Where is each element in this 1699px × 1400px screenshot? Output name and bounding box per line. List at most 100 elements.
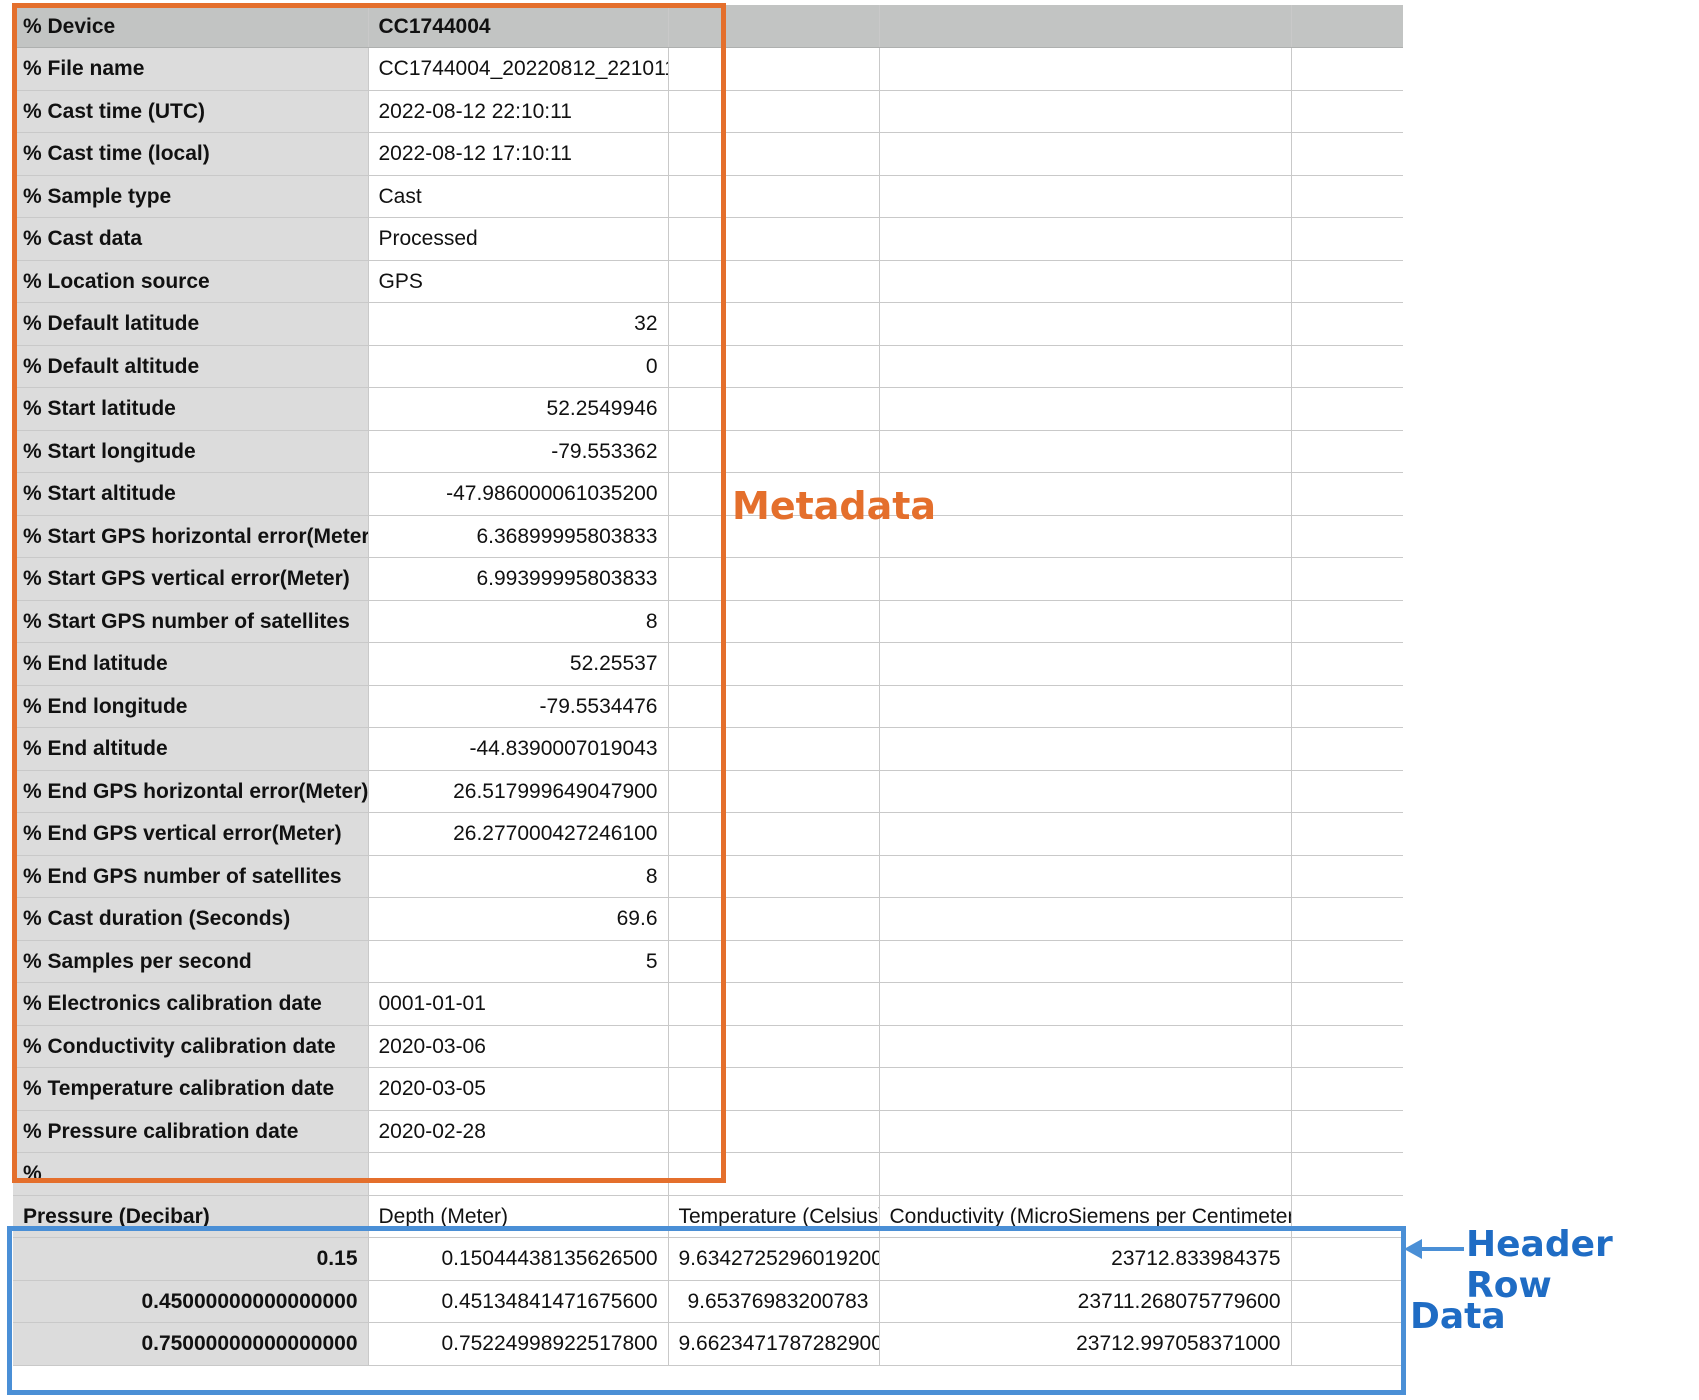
sheet-cell[interactable]: CC1744004_20220812_221011 [368, 47, 669, 91]
sheet-cell[interactable] [879, 770, 1292, 813]
sheet-cell[interactable]: -79.553362 [368, 430, 669, 473]
sheet-cell[interactable] [879, 260, 1292, 303]
sheet-cell[interactable] [1291, 685, 1403, 728]
sheet-cell[interactable] [668, 600, 880, 643]
sheet-cell[interactable] [879, 1152, 1292, 1196]
sheet-cell[interactable] [668, 175, 880, 218]
sheet-cell[interactable] [668, 940, 880, 983]
sheet-cell[interactable]: 0.45134841471675600 [368, 1280, 669, 1323]
sheet-cell[interactable]: % Pressure calibration date [13, 1110, 369, 1153]
sheet-cell[interactable] [1291, 557, 1403, 601]
sheet-cell[interactable]: % Cast duration (Seconds) [13, 897, 369, 941]
sheet-cell[interactable]: 6.99399995803833 [368, 557, 669, 601]
sheet-cell[interactable]: -79.5534476 [368, 685, 669, 728]
sheet-cell[interactable] [879, 1025, 1292, 1068]
sheet-cell[interactable] [668, 1067, 880, 1111]
sheet-cell[interactable]: Processed [368, 217, 669, 261]
sheet-cell[interactable] [668, 217, 880, 261]
sheet-cell[interactable] [668, 132, 880, 176]
sheet-cell[interactable]: 0 [368, 345, 669, 388]
sheet-cell[interactable]: % End latitude [13, 642, 369, 686]
sheet-cell[interactable] [668, 1110, 880, 1153]
sheet-cell[interactable] [879, 430, 1292, 473]
sheet-cell[interactable] [879, 387, 1292, 431]
sheet-cell[interactable]: -47.986000061035200 [368, 472, 669, 516]
sheet-cell[interactable]: 5 [368, 940, 669, 983]
sheet-cell[interactable]: 0.75224998922517800 [368, 1322, 669, 1366]
sheet-cell[interactable] [1291, 770, 1403, 813]
sheet-cell[interactable]: % Cast time (UTC) [13, 90, 369, 133]
sheet-cell[interactable] [1291, 727, 1403, 771]
sheet-cell[interactable]: 9.65376983200783 [668, 1280, 880, 1323]
sheet-cell[interactable] [1291, 217, 1403, 261]
sheet-cell[interactable]: % Samples per second [13, 940, 369, 983]
sheet-cell[interactable] [668, 770, 880, 813]
sheet-cell[interactable] [1291, 1025, 1403, 1068]
sheet-cell[interactable]: 52.2549946 [368, 387, 669, 431]
sheet-cell[interactable]: % Start longitude [13, 430, 369, 473]
sheet-cell[interactable]: % Device [13, 5, 369, 48]
sheet-cell[interactable] [879, 175, 1292, 218]
sheet-cell[interactable]: 23711.268075779600 [879, 1280, 1292, 1323]
sheet-cell[interactable] [879, 132, 1292, 176]
sheet-cell[interactable]: Pressure (Decibar) [13, 1195, 369, 1238]
sheet-cell[interactable] [1291, 47, 1403, 91]
sheet-cell[interactable]: % End GPS number of satellites [13, 855, 369, 898]
sheet-cell[interactable]: % Electronics calibration date [13, 982, 369, 1026]
sheet-cell[interactable] [668, 47, 880, 91]
sheet-cell[interactable] [879, 302, 1292, 346]
sheet-cell[interactable] [668, 642, 880, 686]
sheet-cell[interactable]: 2020-02-28 [368, 1110, 669, 1153]
sheet-cell[interactable]: 69.6 [368, 897, 669, 941]
sheet-cell[interactable]: 8 [368, 600, 669, 643]
sheet-cell[interactable] [879, 940, 1292, 983]
sheet-cell[interactable] [668, 727, 880, 771]
sheet-cell[interactable]: 0.45000000000000000 [13, 1280, 369, 1323]
sheet-cell[interactable] [1291, 472, 1403, 516]
sheet-cell[interactable]: % Start GPS horizontal error(Meter) [13, 515, 369, 558]
sheet-cell[interactable]: % Cast data [13, 217, 369, 261]
sheet-cell[interactable]: 23712.833984375 [879, 1237, 1292, 1281]
sheet-cell[interactable]: % [13, 1152, 369, 1196]
sheet-cell[interactable] [668, 1025, 880, 1068]
sheet-cell[interactable]: 0.15044438135626500 [368, 1237, 669, 1281]
sheet-cell[interactable]: % Default latitude [13, 302, 369, 346]
sheet-cell[interactable] [668, 982, 880, 1026]
sheet-cell[interactable] [1291, 1280, 1403, 1323]
sheet-cell[interactable] [879, 812, 1292, 856]
sheet-cell[interactable] [1291, 1322, 1403, 1366]
sheet-cell[interactable] [879, 685, 1292, 728]
sheet-cell[interactable]: Conductivity (MicroSiemens per Centimete… [879, 1195, 1292, 1238]
sheet-cell[interactable] [879, 897, 1292, 941]
sheet-cell[interactable] [668, 260, 880, 303]
sheet-cell[interactable]: 0001-01-01 [368, 982, 669, 1026]
sheet-cell[interactable] [1291, 812, 1403, 856]
sheet-cell[interactable]: Depth (Meter) [368, 1195, 669, 1238]
sheet-cell[interactable]: % Start latitude [13, 387, 369, 431]
sheet-cell[interactable] [668, 855, 880, 898]
sheet-cell[interactable] [879, 217, 1292, 261]
sheet-cell[interactable]: 9.6623471787282900 [668, 1322, 880, 1366]
sheet-cell[interactable] [668, 812, 880, 856]
sheet-cell[interactable]: -44.8390007019043 [368, 727, 669, 771]
sheet-cell[interactable]: 2022-08-12 17:10:11 [368, 132, 669, 176]
sheet-cell[interactable] [1291, 1067, 1403, 1111]
sheet-cell[interactable]: 0.15 [13, 1237, 369, 1281]
sheet-cell[interactable] [1291, 982, 1403, 1026]
sheet-cell[interactable] [668, 5, 880, 48]
sheet-cell[interactable]: 52.25537 [368, 642, 669, 686]
sheet-cell[interactable]: % Default altitude [13, 345, 369, 388]
sheet-cell[interactable] [668, 387, 880, 431]
sheet-cell[interactable] [1291, 897, 1403, 941]
sheet-cell[interactable]: 2020-03-05 [368, 1067, 669, 1111]
sheet-cell[interactable]: % Start altitude [13, 472, 369, 516]
sheet-cell[interactable] [879, 1110, 1292, 1153]
sheet-cell[interactable] [879, 642, 1292, 686]
sheet-cell[interactable]: % Temperature calibration date [13, 1067, 369, 1111]
sheet-cell[interactable] [1291, 855, 1403, 898]
sheet-cell[interactable] [879, 345, 1292, 388]
sheet-cell[interactable] [668, 1152, 880, 1196]
sheet-cell[interactable]: GPS [368, 260, 669, 303]
sheet-cell[interactable]: % Location source [13, 260, 369, 303]
sheet-cell[interactable]: 2022-08-12 22:10:11 [368, 90, 669, 133]
